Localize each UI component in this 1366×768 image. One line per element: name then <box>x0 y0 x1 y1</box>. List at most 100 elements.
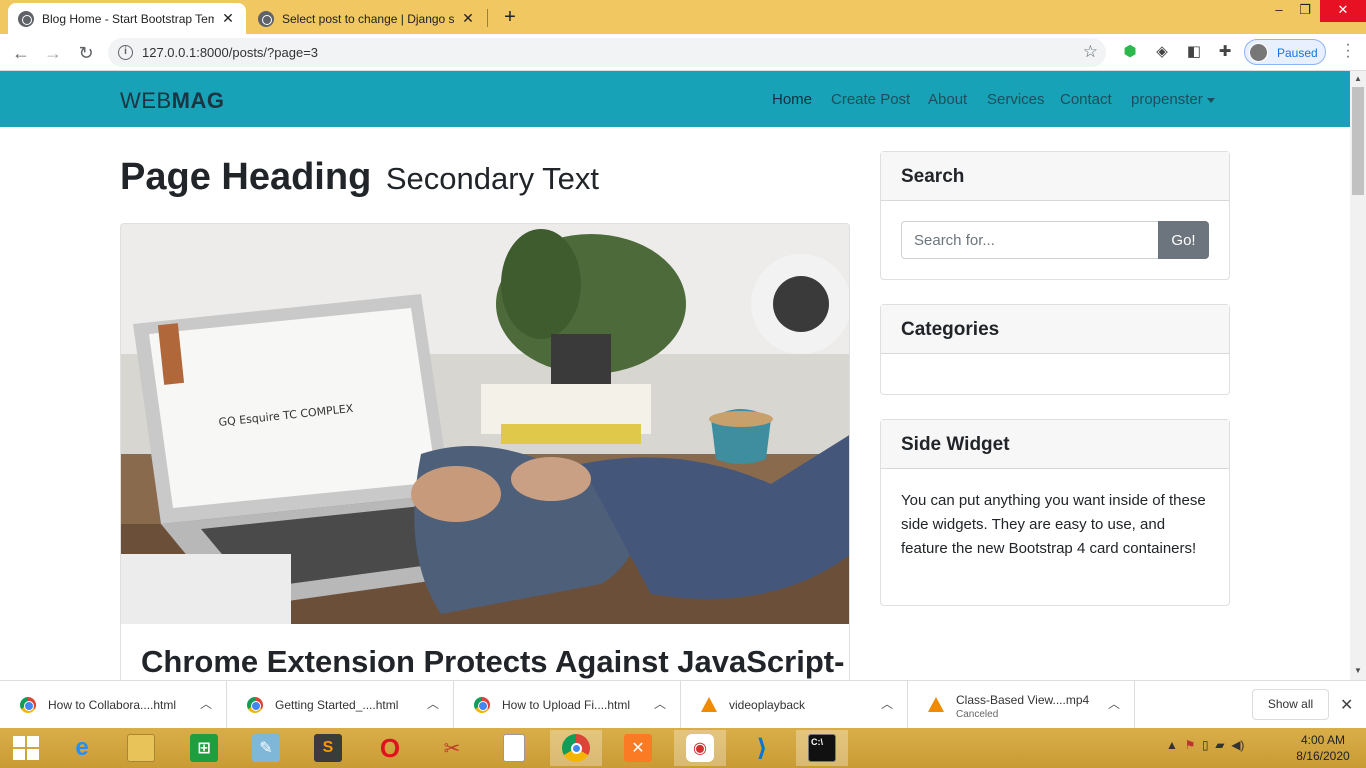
side-widget-card: Side Widget You can put anything you wan… <box>880 419 1230 606</box>
ie-icon: e <box>75 734 89 761</box>
tab-title: Blog Home - Start Bootstrap Template <box>42 11 214 26</box>
info-icon[interactable]: i <box>118 45 133 60</box>
avatar <box>1249 43 1268 62</box>
search-go-button[interactable]: Go! <box>1158 221 1209 259</box>
side-widget-text: You can put anything you want inside of … <box>901 492 1206 557</box>
close-icon[interactable]: ✕ <box>220 10 236 27</box>
download-name: videoplayback <box>729 698 806 712</box>
vlc-icon <box>928 697 944 712</box>
search-card: Search Go! <box>880 151 1230 280</box>
post-image[interactable]: GQ Esquire TC COMPLEX <box>121 224 850 624</box>
brand-light: WEB <box>120 88 172 113</box>
nav-services[interactable]: Services <box>987 91 1045 108</box>
taskbar-clock[interactable]: 4:00 AM 8/16/2020 <box>1290 732 1356 764</box>
download-name: Getting Started_....html <box>275 698 399 712</box>
scroll-up-icon[interactable]: ▲ <box>1354 74 1362 83</box>
store-icon: ⊞ <box>190 734 218 762</box>
vlc-icon <box>701 697 717 712</box>
site-brand[interactable]: WEBMAG <box>120 88 224 114</box>
download-item[interactable]: Class-Based View....mp4 Canceled ︿ <box>908 681 1135 729</box>
tray-expand-icon[interactable]: ▲ <box>1166 738 1178 752</box>
chrome-app[interactable] <box>550 730 602 766</box>
action-center-flag-icon[interactable]: ⚑ <box>1185 738 1196 752</box>
download-name: How to Collabora....html <box>48 698 177 712</box>
sublime-icon: S <box>314 734 342 762</box>
xampp-app[interactable]: ✕ <box>612 730 664 766</box>
download-item[interactable]: Getting Started_....html ︿ <box>227 681 454 729</box>
sublime-text-app[interactable]: S <box>302 730 354 766</box>
close-icon[interactable]: ✕ <box>460 10 476 27</box>
categories-card: Categories <box>880 304 1230 395</box>
command-prompt-app[interactable]: C:\ <box>796 730 848 766</box>
download-item[interactable]: How to Upload Fi....html ︿ <box>454 681 681 729</box>
nav-create-post[interactable]: Create Post <box>831 91 910 108</box>
vscode-app[interactable]: ⟩ <box>736 730 788 766</box>
nav-about[interactable]: About <box>928 91 967 108</box>
nav-contact[interactable]: Contact <box>1060 91 1112 108</box>
extension-target-icon[interactable]: ◈ <box>1153 43 1171 61</box>
folder-icon <box>127 734 155 762</box>
window-close-button[interactable]: ✕ <box>1320 0 1366 22</box>
page-scrollbar[interactable]: ▲ ▼ <box>1350 71 1366 680</box>
nav-username: propenster <box>1131 91 1203 108</box>
store-app[interactable]: ⊞ <box>178 730 230 766</box>
extension-cube-icon[interactable]: ◧ <box>1185 43 1203 61</box>
bookmark-star-icon[interactable]: ☆ <box>1083 42 1098 62</box>
clock-time: 4:00 AM <box>1300 733 1346 747</box>
address-bar[interactable]: i 127.0.0.1:8000/posts/?page=3 ☆ <box>108 38 1106 67</box>
forward-arrow-icon[interactable]: → <box>40 40 66 66</box>
taskbar: e ⊞ ✎ S O ✂ ✕ ◉ ⟩ C:\ ▲ ⚑ ▯ ▰ ◀) 4:00 AM… <box>0 728 1366 768</box>
download-item[interactable]: videoplayback ︿ <box>681 681 908 729</box>
start-button[interactable] <box>0 730 52 766</box>
back-arrow-icon[interactable]: ← <box>8 40 34 66</box>
url-text: 127.0.0.1:8000/posts/?page=3 <box>142 45 319 60</box>
chevron-up-icon[interactable]: ︿ <box>200 695 212 712</box>
download-name: Class-Based View....mp4 <box>956 693 1090 707</box>
system-tray[interactable]: ▲ ⚑ ▯ ▰ ◀) <box>1166 738 1244 752</box>
categories-list <box>881 354 1229 394</box>
extensions-puzzle-icon[interactable]: ✚ <box>1216 43 1234 61</box>
new-tab-button[interactable]: + <box>498 5 522 29</box>
blank-document-app[interactable] <box>488 730 540 766</box>
scroll-down-icon[interactable]: ▼ <box>1354 666 1362 675</box>
show-all-button[interactable]: Show all <box>1252 689 1329 720</box>
network-icon[interactable]: ▰ <box>1215 738 1224 752</box>
close-icon[interactable]: ✕ <box>1340 695 1353 715</box>
notepad-app[interactable]: ✎ <box>240 730 292 766</box>
categories-card-title: Categories <box>881 305 1229 354</box>
chrome-icon <box>474 697 490 713</box>
profile-button[interactable]: Paused <box>1244 39 1326 65</box>
download-item[interactable]: How to Collabora....html ︿ <box>0 681 227 729</box>
chevron-up-icon[interactable]: ︿ <box>654 695 666 712</box>
tab-blog-home[interactable]: Blog Home - Start Bootstrap Template ✕ <box>8 3 246 34</box>
tab-title: Select post to change | Django site admi… <box>282 11 454 26</box>
search-input[interactable] <box>901 221 1159 259</box>
nav-home[interactable]: Home <box>772 91 812 108</box>
snipping-tool-app[interactable]: ✂ <box>426 730 478 766</box>
heading-main: Page Heading <box>120 156 372 198</box>
tab-django-admin[interactable]: Select post to change | Django site admi… <box>248 3 486 34</box>
caret-down-icon <box>1206 97 1215 103</box>
restore-button[interactable]: ❐ <box>1290 0 1320 22</box>
extension-shield-icon[interactable]: ⬢ <box>1121 43 1139 61</box>
globe-icon <box>18 10 34 27</box>
nav-user-dropdown[interactable]: propenster <box>1131 91 1215 108</box>
post-card: GQ Esquire TC COMPLEX Chrome Extension P… <box>120 223 850 680</box>
chevron-up-icon[interactable]: ︿ <box>881 695 893 712</box>
side-widget-title: Side Widget <box>881 420 1229 469</box>
battery-icon[interactable]: ▯ <box>1202 738 1209 752</box>
scrollbar-thumb[interactable] <box>1352 87 1364 195</box>
reload-icon[interactable]: ↻ <box>73 40 99 66</box>
volume-icon[interactable]: ◀) <box>1231 738 1244 752</box>
internet-explorer-app[interactable]: e <box>56 730 108 766</box>
file-explorer-app[interactable] <box>115 730 167 766</box>
opera-app[interactable]: O <box>364 730 416 766</box>
clock-date: 8/16/2020 <box>1296 749 1350 763</box>
screen-recorder-app[interactable]: ◉ <box>674 730 726 766</box>
more-menu-icon[interactable]: · · · <box>1340 37 1356 65</box>
chrome-icon <box>247 697 263 713</box>
post-title[interactable]: Chrome Extension Protects Against JavaSc… <box>141 644 844 680</box>
chevron-up-icon[interactable]: ︿ <box>1108 695 1120 712</box>
page-viewport: WEBMAG Home Create Post About Services C… <box>0 71 1350 680</box>
chevron-up-icon[interactable]: ︿ <box>427 695 439 712</box>
